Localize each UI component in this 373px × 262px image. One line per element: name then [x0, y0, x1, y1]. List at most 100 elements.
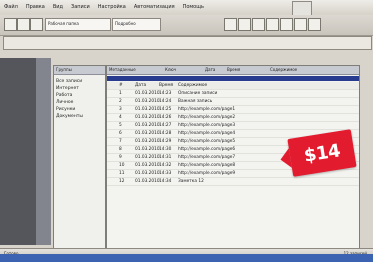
row-num: 9 — [119, 155, 122, 160]
row-date: 01.03.2010 — [135, 179, 160, 184]
col-date-header: Дата — [135, 83, 147, 88]
menu-records[interactable]: Записи — [67, 4, 94, 10]
forward-icon[interactable] — [17, 18, 30, 31]
row-text: http://example.com/page6 — [178, 147, 236, 152]
menu-automation[interactable]: Автоматизация — [130, 4, 179, 10]
tool-icon-7[interactable] — [308, 18, 321, 31]
toolbar-group-1[interactable]: Рабочая папка — [45, 18, 111, 31]
table-row[interactable]: 1 01.03.2010 14:23 Описание записи — [107, 90, 359, 98]
row-date: 01.03.2010 — [135, 99, 160, 104]
main-panel-title: Метаданные Ключ Дата Время Содержимое — [107, 66, 359, 75]
row-date: 01.03.2010 — [135, 123, 160, 128]
main-panel-title-text: Метаданные — [109, 67, 136, 72]
save-icon[interactable] — [30, 18, 43, 31]
row-text: http://example.com/page8 — [178, 163, 236, 168]
row-time: 14:25 — [159, 107, 172, 112]
row-time: 14:32 — [159, 163, 172, 168]
app-window: Файл Правка Вид Записи Настройка Автомат… — [0, 0, 373, 262]
tool-icon-5[interactable] — [280, 18, 293, 31]
row-num: 3 — [119, 107, 122, 112]
row-date: 01.03.2010 — [135, 139, 160, 144]
col-number-header: # — [119, 83, 123, 88]
menu-settings[interactable]: Настройка — [94, 4, 130, 10]
tool-icon-2[interactable] — [238, 18, 251, 31]
row-time: 14:31 — [159, 155, 172, 160]
row-num: 10 — [119, 163, 125, 168]
table-row[interactable]: 2 01.03.2010 14:24 Важная запись — [107, 98, 359, 106]
folder-tree: Все записи Интернет Работа Личное Рисунк… — [56, 78, 83, 120]
table-row[interactable]: 5 01.03.2010 14:27 http://example.com/pa… — [107, 122, 359, 130]
row-text: http://example.com/page9 — [178, 171, 236, 176]
row-text: http://example.com/page3 — [178, 123, 236, 128]
folder-item-4-label: Рисунки — [56, 107, 76, 112]
folder-item-1-label: Интернет — [56, 86, 79, 91]
folder-panel-title: Группы — [54, 66, 105, 75]
col-content-header: Содержимое — [178, 83, 208, 88]
row-num: 5 — [119, 123, 122, 128]
row-time: 14:26 — [159, 115, 172, 120]
back-icon[interactable] — [4, 18, 17, 31]
row-text: http://example.com/page7 — [178, 155, 236, 160]
row-time: 14:33 — [159, 171, 172, 176]
menu-help[interactable]: Помощь — [179, 4, 208, 10]
row-text: Заметка 12 — [178, 179, 204, 184]
menu-view[interactable]: Вид — [49, 4, 67, 10]
folder-item-3-label: Личное — [56, 100, 74, 105]
menu-bar: Файл Правка Вид Записи Настройка Автомат… — [0, 0, 373, 14]
tool-icon-1[interactable] — [224, 18, 237, 31]
folder-item-5-label: Документы — [56, 114, 83, 119]
folder-item-4[interactable]: Рисунки — [56, 106, 83, 113]
row-date: 01.03.2010 — [135, 91, 160, 96]
tool-icon-4[interactable] — [266, 18, 279, 31]
row-time: 14:23 — [159, 91, 172, 96]
left-tabs — [36, 58, 51, 245]
toolbar-group-2[interactable]: Подробно — [112, 18, 161, 31]
address-bar[interactable] — [3, 36, 372, 50]
toolbar-group-1-label: Рабочая папка — [48, 21, 79, 26]
toolbar-group-2-label: Подробно — [115, 21, 136, 26]
row-date: 01.03.2010 — [135, 155, 160, 160]
folder-item-2[interactable]: Работа — [56, 92, 83, 99]
folder-item-2-label: Работа — [56, 93, 73, 98]
price-text: $14 — [302, 139, 342, 167]
col-time-header: Время — [159, 83, 174, 88]
row-num: 2 — [119, 99, 122, 104]
row-date: 01.03.2010 — [135, 107, 160, 112]
row-text: http://example.com/page2 — [178, 115, 236, 120]
header-field-key: Ключ — [165, 67, 177, 72]
row-num: 1 — [119, 91, 122, 96]
row-time: 14:28 — [159, 131, 172, 136]
row-text: http://example.com/page5 — [178, 139, 236, 144]
header-field-content: Содержимое — [270, 67, 298, 72]
row-time: 14:24 — [159, 99, 172, 104]
folder-item-0[interactable]: Все записи — [56, 78, 83, 85]
row-time: 14:27 — [159, 123, 172, 128]
row-num: 11 — [119, 171, 125, 176]
folder-panel: Группы Все записи Интернет Работа Личное… — [53, 65, 106, 250]
row-text: http://example.com/page1 — [178, 107, 236, 112]
row-date: 01.03.2010 — [135, 171, 160, 176]
row-text: Важная запись — [178, 99, 213, 104]
row-num: 12 — [119, 179, 125, 184]
row-date: 01.03.2010 — [135, 115, 160, 120]
menu-file[interactable]: Файл — [0, 4, 22, 10]
tool-icon-3[interactable] — [252, 18, 265, 31]
list-header: # Дата Время Содержимое — [107, 82, 359, 90]
tool-icon-6[interactable] — [294, 18, 307, 31]
menu-edit[interactable]: Правка — [22, 4, 49, 10]
row-text: Описание записи — [178, 91, 218, 96]
row-num: 4 — [119, 115, 122, 120]
folder-panel-title-text: Группы — [56, 67, 72, 72]
folder-item-5[interactable]: Документы — [56, 113, 83, 120]
row-num: 6 — [119, 131, 122, 136]
row-time: 14:34 — [159, 179, 172, 184]
header-field-time: Время — [227, 67, 241, 72]
table-row[interactable]: 12 01.03.2010 14:34 Заметка 12 — [107, 178, 359, 186]
folder-item-1[interactable]: Интернет — [56, 85, 83, 92]
row-num: 8 — [119, 147, 122, 152]
folder-item-3[interactable]: Личное — [56, 99, 83, 106]
table-row[interactable]: 3 01.03.2010 14:25 http://example.com/pa… — [107, 106, 359, 114]
left-sidebar — [0, 58, 36, 245]
header-field-date: Дата — [205, 67, 216, 72]
table-row[interactable]: 4 01.03.2010 14:26 http://example.com/pa… — [107, 114, 359, 122]
